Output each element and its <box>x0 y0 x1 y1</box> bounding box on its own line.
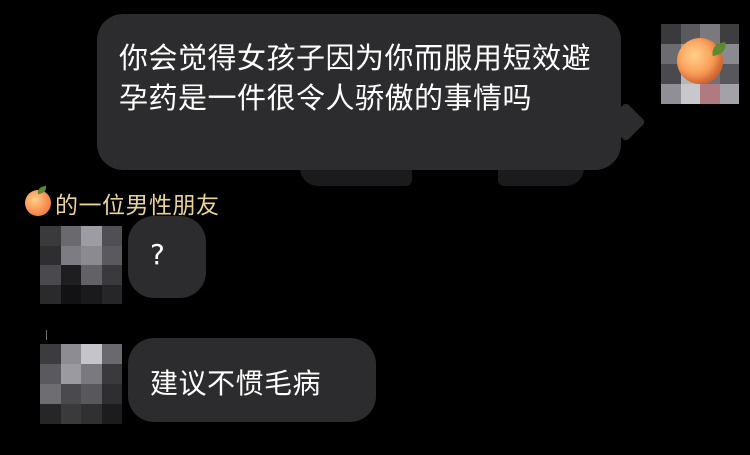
incoming-message-text: 建议不惯毛病 <box>150 367 322 400</box>
peach-icon <box>25 185 51 216</box>
self-avatar[interactable] <box>661 24 739 104</box>
divider-tick <box>46 330 47 340</box>
incoming-message-bubble[interactable]: ? <box>128 216 206 298</box>
contact-avatar[interactable] <box>40 226 122 304</box>
sender-name: 的一位男性朋友 <box>55 193 220 219</box>
contact-avatar[interactable] <box>40 344 122 424</box>
outgoing-message-text: 你会觉得女孩子因为你而服用短效避孕药是一件很令人骄傲的事情吗 <box>119 41 592 115</box>
incoming-message-bubble[interactable]: 建议不惯毛病 <box>128 338 376 422</box>
peach-icon <box>677 38 729 84</box>
sender-name-row: 的一位男性朋友 <box>25 185 220 219</box>
incoming-message-text: ? <box>150 238 165 271</box>
outgoing-message-bubble[interactable]: 你会觉得女孩子因为你而服用短效避孕药是一件很令人骄傲的事情吗 <box>97 14 621 170</box>
previous-bubble-fragment <box>498 168 584 186</box>
previous-bubble-fragment <box>300 168 412 186</box>
